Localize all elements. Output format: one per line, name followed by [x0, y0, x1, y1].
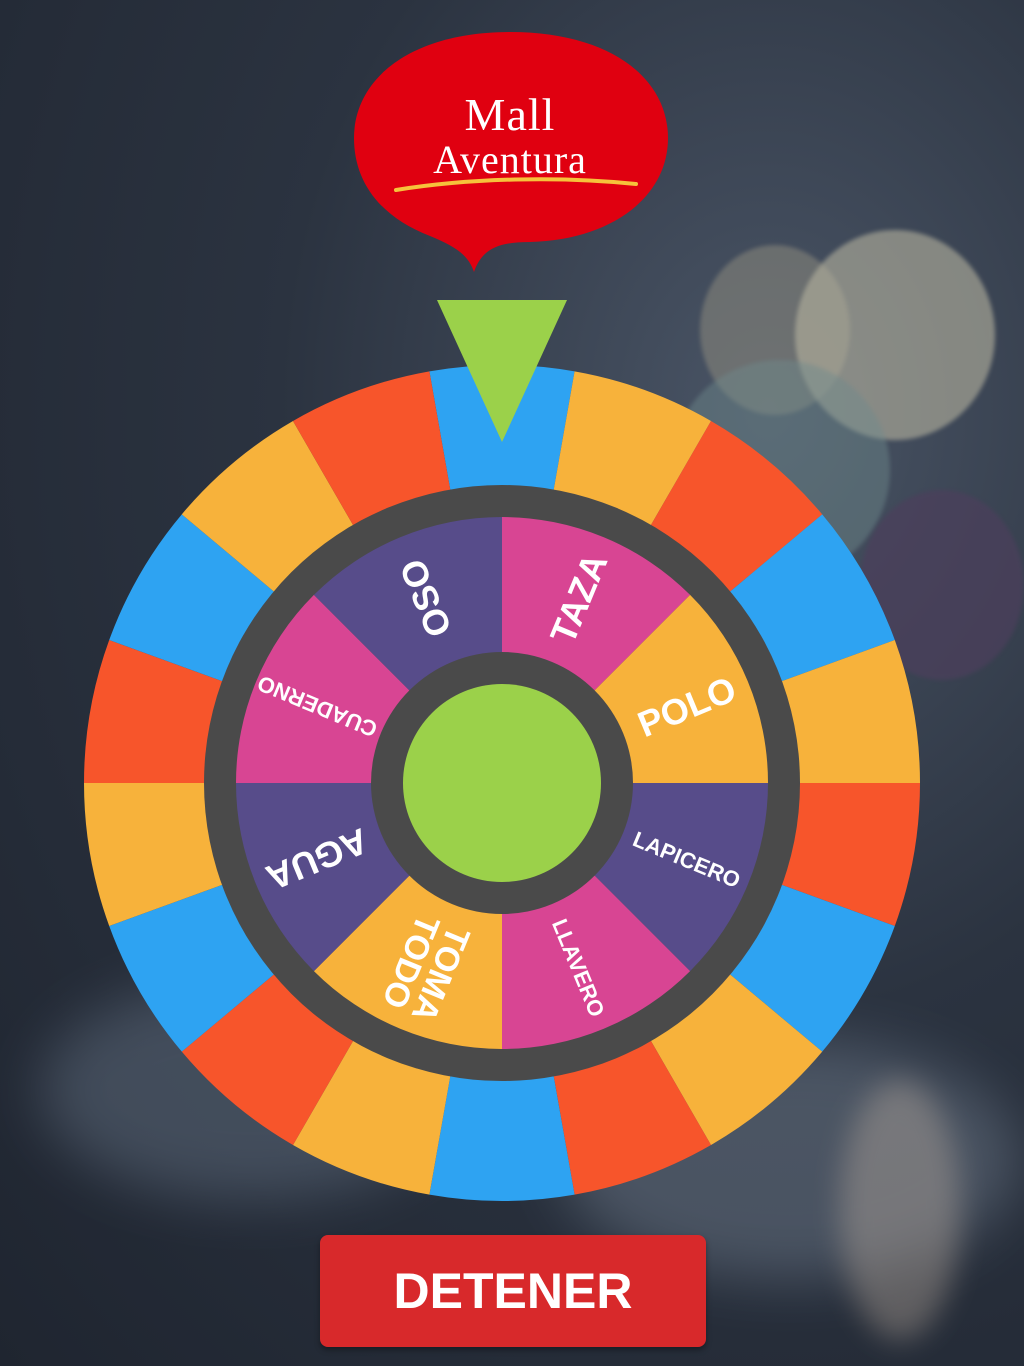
stop-button[interactable]: DETENER — [320, 1235, 706, 1347]
hub-center[interactable] — [403, 684, 601, 882]
prize-wheel[interactable]: TAZAPOLOLAPICEROLLAVEROTOMATODOAGUACUADE… — [0, 0, 1024, 1366]
